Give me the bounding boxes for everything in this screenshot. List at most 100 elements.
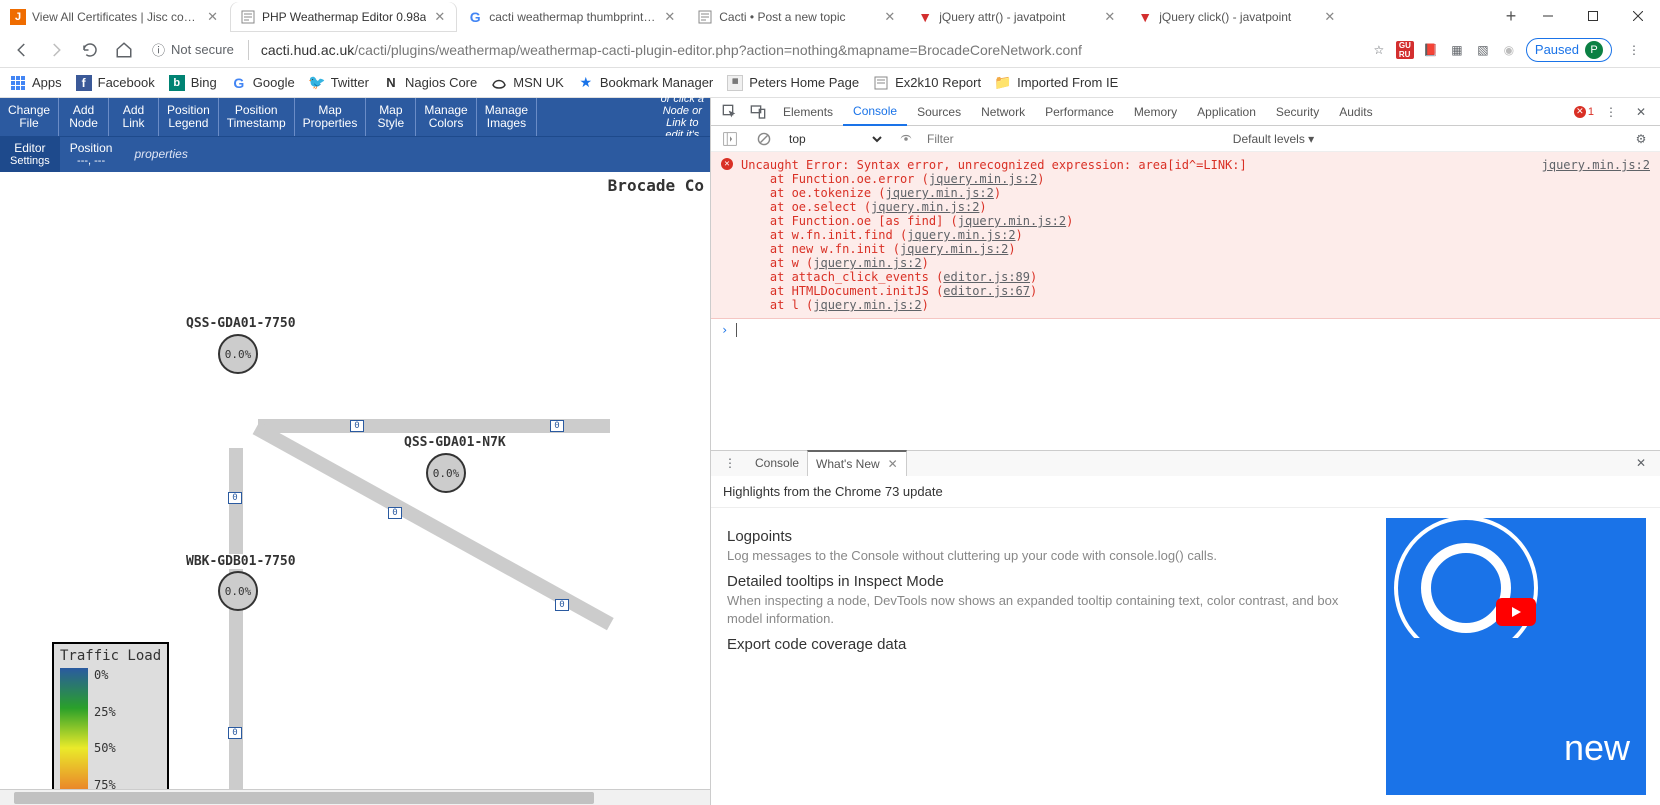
devtools-settings-icon[interactable]: ⋮ (1598, 99, 1624, 125)
browser-tab[interactable]: ▼jQuery attr() - javatpoint✕ (907, 2, 1127, 32)
console-settings-icon[interactable]: ⚙ (1628, 126, 1654, 152)
chrome-menu-button[interactable]: ⋮ (1620, 36, 1648, 64)
console-filter-input[interactable] (927, 132, 1225, 146)
stack-link[interactable]: editor.js:67 (943, 284, 1030, 298)
console-prompt[interactable]: › (711, 319, 1660, 341)
back-button[interactable] (8, 36, 36, 64)
browser-tab[interactable]: ▼jQuery click() - javatpoint✕ (1127, 2, 1347, 32)
bookmark-item[interactable]: ★Bookmark Manager (578, 75, 713, 91)
security-indicator[interactable]: ⓘ Not secure (144, 40, 242, 59)
wm-toolbar-button[interactable]: MapProperties (295, 98, 367, 136)
stack-link[interactable]: editor.js:89 (943, 270, 1030, 284)
devtools-tab[interactable]: Memory (1124, 98, 1187, 126)
stack-link[interactable]: jquery.min.js:2 (871, 200, 979, 214)
drawer-tab[interactable]: Console (747, 450, 807, 476)
link-badge[interactable]: 0 (228, 492, 242, 504)
horizontal-scrollbar[interactable] (0, 789, 710, 805)
reload-button[interactable] (76, 36, 104, 64)
bookmark-item[interactable]: 🐦Twitter (309, 75, 369, 91)
bookmark-item[interactable]: Ex2k10 Report (873, 75, 981, 91)
maximize-button[interactable] (1570, 0, 1615, 32)
bookmark-item[interactable]: GGoogle (231, 75, 295, 91)
wm-toolbar-button[interactable]: PositionLegend (159, 98, 219, 136)
ext-circle-icon[interactable]: ◉ (1500, 41, 1518, 59)
link-badge[interactable]: 0 (388, 507, 402, 519)
tab-close-icon[interactable]: ✕ (205, 9, 220, 25)
ext-guru-icon[interactable]: GURU (1396, 41, 1414, 59)
home-button[interactable] (110, 36, 138, 64)
bookmark-item[interactable]: bBing (169, 75, 217, 91)
browser-tab[interactable]: Gcacti weathermap thumbprints n✕ (457, 2, 687, 32)
drawer-tab[interactable]: What's New ✕ (807, 450, 907, 476)
stack-link[interactable]: jquery.min.js:2 (886, 186, 994, 200)
browser-tab[interactable]: JView All Certificates | Jisc commu✕ (0, 2, 230, 32)
wm-toolbar-button[interactable]: ManageColors (416, 98, 476, 136)
bookmark-item[interactable]: MSN UK (491, 75, 564, 91)
tab-close-icon[interactable]: ✕ (888, 457, 898, 471)
traffic-legend[interactable]: Traffic Load0%25%50%75%100% (52, 642, 169, 789)
wm-toolbar-button[interactable]: AddNode (59, 98, 109, 136)
stack-link[interactable]: jquery.min.js:2 (900, 242, 1008, 256)
devtools-tab[interactable]: Application (1187, 98, 1266, 126)
wm-toolbar-button[interactable]: MapStyle (366, 98, 416, 136)
devtools-tab[interactable]: Security (1266, 98, 1329, 126)
link-badge[interactable]: 0 (350, 420, 364, 432)
wm-toolbar-button[interactable]: ChangeFile (0, 98, 59, 136)
stack-link[interactable]: jquery.min.js:2 (813, 298, 921, 312)
drawer-menu-icon[interactable]: ⋮ (717, 450, 743, 476)
minimize-button[interactable] (1525, 0, 1570, 32)
bookmark-item[interactable]: ▦Peters Home Page (727, 75, 859, 91)
node[interactable]: 0.0% (426, 453, 466, 493)
stack-link[interactable]: jquery.min.js:2 (929, 172, 1037, 186)
device-toolbar-icon[interactable] (745, 99, 771, 125)
inspect-element-icon[interactable] (717, 99, 743, 125)
link-badge[interactable]: 0 (555, 599, 569, 611)
link-badge[interactable]: 0 (550, 420, 564, 432)
stack-link[interactable]: jquery.min.js:2 (813, 256, 921, 270)
tab-close-icon[interactable]: ✕ (1322, 9, 1337, 25)
console-error-entry[interactable]: ✕ jquery.min.js:2 Uncaught Error: Syntax… (711, 152, 1660, 319)
node[interactable]: 0.0% (218, 571, 258, 611)
bookmark-item[interactable]: 📁Imported From IE (995, 75, 1118, 91)
ext-acc-icon[interactable]: ▧ (1474, 41, 1492, 59)
bookmark-item[interactable]: NNagios Core (383, 75, 477, 91)
url-input[interactable]: cacti.hud.ac.uk/cacti/plugins/weathermap… (255, 42, 1364, 58)
close-button[interactable] (1615, 0, 1660, 32)
forward-button[interactable] (42, 36, 70, 64)
error-count-pill[interactable]: ✕1 (1574, 106, 1594, 118)
tab-close-icon[interactable]: ✕ (432, 9, 447, 25)
whatsnew-video-banner[interactable]: new (1386, 518, 1646, 796)
bookmark-item[interactable]: Apps (10, 75, 62, 91)
wm-toolbar-button[interactable]: ManageImages (477, 98, 537, 136)
devtools-tab[interactable]: Sources (907, 98, 971, 126)
browser-tab[interactable]: PHP Weathermap Editor 0.98a✕ (230, 2, 457, 32)
bookmark-star-icon[interactable]: ☆ (1370, 41, 1388, 59)
tab-close-icon[interactable]: ✕ (662, 9, 677, 25)
devtools-tab[interactable]: Network (971, 98, 1035, 126)
console-output[interactable]: ✕ jquery.min.js:2 Uncaught Error: Syntax… (711, 152, 1660, 450)
profile-paused-pill[interactable]: Paused P (1526, 38, 1612, 62)
console-toggle-sidebar-icon[interactable] (717, 126, 743, 152)
stack-link[interactable]: jquery.min.js:2 (907, 228, 1015, 242)
preserve-log-icon[interactable] (893, 126, 919, 152)
devtools-tab[interactable]: Performance (1035, 98, 1124, 126)
bookmark-item[interactable]: fFacebook (76, 75, 155, 91)
weathermap-canvas[interactable]: Brocade Co 0000000000QSS-GDA01-77500.0%Q… (0, 172, 710, 789)
devtools-tab[interactable]: Console (843, 98, 907, 126)
browser-tab[interactable]: Cacti • Post a new topic✕ (687, 2, 907, 32)
log-level-dropdown[interactable]: Default levels ▾ (1233, 132, 1314, 146)
new-tab-button[interactable]: + (1497, 0, 1525, 32)
drawer-close-icon[interactable]: ✕ (1628, 450, 1654, 476)
ext-pdf-icon[interactable]: 📕 (1422, 41, 1440, 59)
devtools-tab[interactable]: Audits (1329, 98, 1382, 126)
ext-trello-icon[interactable]: ▦ (1448, 41, 1466, 59)
wm-toolbar2-button[interactable]: Position---, --- (60, 137, 123, 172)
clear-console-icon[interactable] (751, 126, 777, 152)
stack-link[interactable]: jquery.min.js:2 (958, 214, 1066, 228)
devtools-tab[interactable]: Elements (773, 98, 843, 126)
tab-close-icon[interactable]: ✕ (1102, 9, 1117, 25)
wm-toolbar-button[interactable]: AddLink (109, 98, 159, 136)
tab-close-icon[interactable]: ✕ (882, 9, 897, 25)
context-select[interactable]: top (785, 131, 885, 147)
link-badge[interactable]: 0 (228, 727, 242, 739)
